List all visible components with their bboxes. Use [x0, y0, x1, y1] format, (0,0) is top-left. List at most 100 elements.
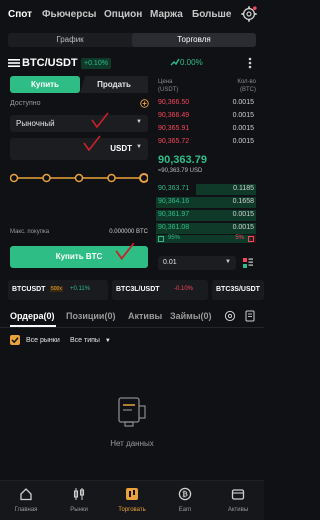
tab-assets[interactable]: Активы — [128, 311, 162, 321]
bid-row[interactable]: 90,363.71 0.1185 — [156, 184, 256, 195]
ask-qty: 0.0015 — [232, 99, 254, 106]
orderbook-layout-icon[interactable] — [242, 257, 254, 269]
chart-trend-icon[interactable] — [170, 57, 180, 67]
buy-ratio-text: 95% — [168, 235, 181, 241]
tab-futures[interactable]: Фьючерсы — [42, 9, 96, 20]
nav-home[interactable]: Главная — [0, 481, 52, 520]
ticker-card[interactable]: BTC3S/USDT — [212, 280, 264, 300]
document-icon[interactable] — [244, 310, 256, 322]
divider — [0, 327, 264, 328]
max-buy-value: 0.000000 BTC — [109, 229, 148, 235]
checkmark-icon — [11, 337, 19, 344]
bid-price: 90,361.08 — [158, 224, 190, 231]
tab-loans[interactable]: Займы(0) — [170, 311, 212, 321]
precision-value: 0.01 — [163, 259, 177, 266]
ticker-name: BTCUSDT — [12, 286, 46, 293]
candlestick-icon — [73, 488, 85, 500]
ask-row[interactable]: 90,366.50 0.0015 — [156, 98, 256, 109]
tab-orders[interactable]: Ордера(0) — [10, 311, 55, 321]
max-buy-label: Макс. покупка — [10, 229, 50, 235]
order-type-value: Рыночный — [16, 119, 55, 128]
nav-trade-label: Торговать — [118, 507, 146, 513]
ticker-change: -0.10% — [174, 286, 194, 292]
bid-row[interactable]: 90,361.08 0.0015 — [156, 223, 256, 234]
amount-slider[interactable] — [10, 172, 148, 184]
segment-trade[interactable]: Торговля — [132, 33, 256, 47]
nav-assets-label: Активы — [227, 507, 249, 513]
buy-sell-ratio-bar: 95% 5% — [156, 235, 256, 243]
view-segmented-control: График Торговля — [8, 33, 256, 47]
ask-qty: 0.0015 — [232, 112, 254, 119]
add-funds-icon[interactable] — [140, 99, 149, 108]
history-icon[interactable] — [224, 310, 236, 322]
red-checkmark-annotation-icon — [83, 135, 101, 152]
ask-row[interactable]: 90,365.72 0.0015 — [156, 137, 256, 148]
bid-price: 90,364.16 — [158, 198, 190, 205]
ask-price: 90,365.91 — [158, 125, 190, 132]
ask-qty: 0.0015 — [232, 125, 254, 132]
trade-icon — [126, 488, 138, 500]
pair-title[interactable]: BTC/USDT — [22, 57, 78, 69]
nav-markets-label: Рынки — [70, 507, 88, 513]
orderbook-qty-header: Кол-во (BTC) — [237, 79, 256, 93]
pair-change-badge: +0.10% — [81, 58, 111, 69]
bid-qty: 0.1658 — [232, 198, 254, 205]
ask-row[interactable]: 90,366.49 0.0015 — [156, 111, 256, 122]
order-type-select[interactable]: Рыночный ▼ — [10, 115, 148, 132]
bid-row[interactable]: 90,361.97 0.0015 — [156, 210, 256, 221]
bid-row[interactable]: 90,364.16 0.1658 — [156, 197, 256, 208]
available-label: Доступно — [10, 100, 41, 107]
coin-icon: ₿ — [178, 487, 192, 501]
gear-icon[interactable] — [240, 5, 258, 23]
all-types-filter[interactable]: Все типы ▼ — [70, 337, 111, 344]
amount-input[interactable]: USDT ▼ — [10, 138, 148, 160]
red-checkmark-annotation-icon — [115, 242, 135, 261]
precision-select[interactable]: 0.01 ▼ — [158, 256, 236, 270]
ticker-change: +0.11% — [70, 286, 91, 292]
all-types-label: Все типы — [70, 337, 100, 344]
empty-state-icon — [118, 397, 146, 427]
nav-trade[interactable]: Торговать — [106, 481, 158, 520]
home-icon — [20, 488, 32, 501]
nav-markets[interactable]: Рынки — [53, 481, 105, 520]
tab-options[interactable]: Опцион — [104, 9, 142, 20]
bid-qty: 0.1185 — [233, 185, 254, 192]
red-checkmark-annotation-icon — [91, 112, 109, 129]
pair-change-pct: 0.00% — [180, 58, 203, 67]
ticker-card[interactable]: BTC3L/USDT -0.10% — [112, 280, 208, 300]
tab-positions[interactable]: Позиции(0) — [66, 311, 115, 321]
ask-price: 90,366.50 — [158, 99, 190, 106]
sell-ratio-marker — [248, 236, 254, 242]
ticker-name: BTC3S/USDT — [216, 286, 260, 293]
ticker-name: BTC3L/USDT — [116, 286, 160, 293]
sell-tab[interactable]: Продать — [80, 76, 148, 93]
segment-chart[interactable]: График — [8, 33, 132, 47]
mid-price: 90,363.79 — [158, 154, 207, 166]
svg-text:₿: ₿ — [182, 491, 188, 499]
ask-row[interactable]: 90,365.91 0.0015 — [156, 124, 256, 135]
tab-margin[interactable]: Маржа — [150, 9, 183, 20]
tab-more[interactable]: Больше — [192, 9, 231, 20]
nav-earn[interactable]: ₿ Earn — [159, 481, 211, 520]
chevron-down-icon[interactable]: ▼ — [136, 144, 142, 150]
mid-price-usd: ≈90,363.79 USD — [158, 168, 203, 174]
wallet-icon — [231, 489, 245, 500]
tab-spot[interactable]: Спот — [8, 9, 32, 20]
more-icon[interactable] — [244, 57, 256, 69]
all-markets-checkbox[interactable] — [10, 335, 20, 345]
ticker-card[interactable]: BTCUSDT 500x +0.11% — [8, 280, 108, 300]
pair-menu-icon[interactable] — [8, 58, 20, 68]
chevron-down-icon: ▼ — [104, 338, 111, 344]
nav-assets[interactable]: Активы — [212, 481, 264, 520]
buy-tab[interactable]: Купить — [10, 76, 80, 93]
nav-earn-label: Earn — [178, 507, 192, 513]
ask-qty: 0.0015 — [232, 138, 254, 145]
all-markets-label[interactable]: Все рынки — [26, 337, 60, 344]
amount-unit: USDT — [110, 144, 132, 153]
bid-qty: 0.0015 — [232, 211, 254, 218]
bottom-nav: Главная Рынки Торговать ₿ Earn Активы — [0, 480, 264, 520]
chevron-down-icon: ▼ — [225, 259, 231, 265]
bid-price: 90,363.71 — [158, 185, 190, 192]
ticker-leverage: 500x — [50, 286, 63, 292]
bid-qty: 0.0015 — [232, 224, 254, 231]
